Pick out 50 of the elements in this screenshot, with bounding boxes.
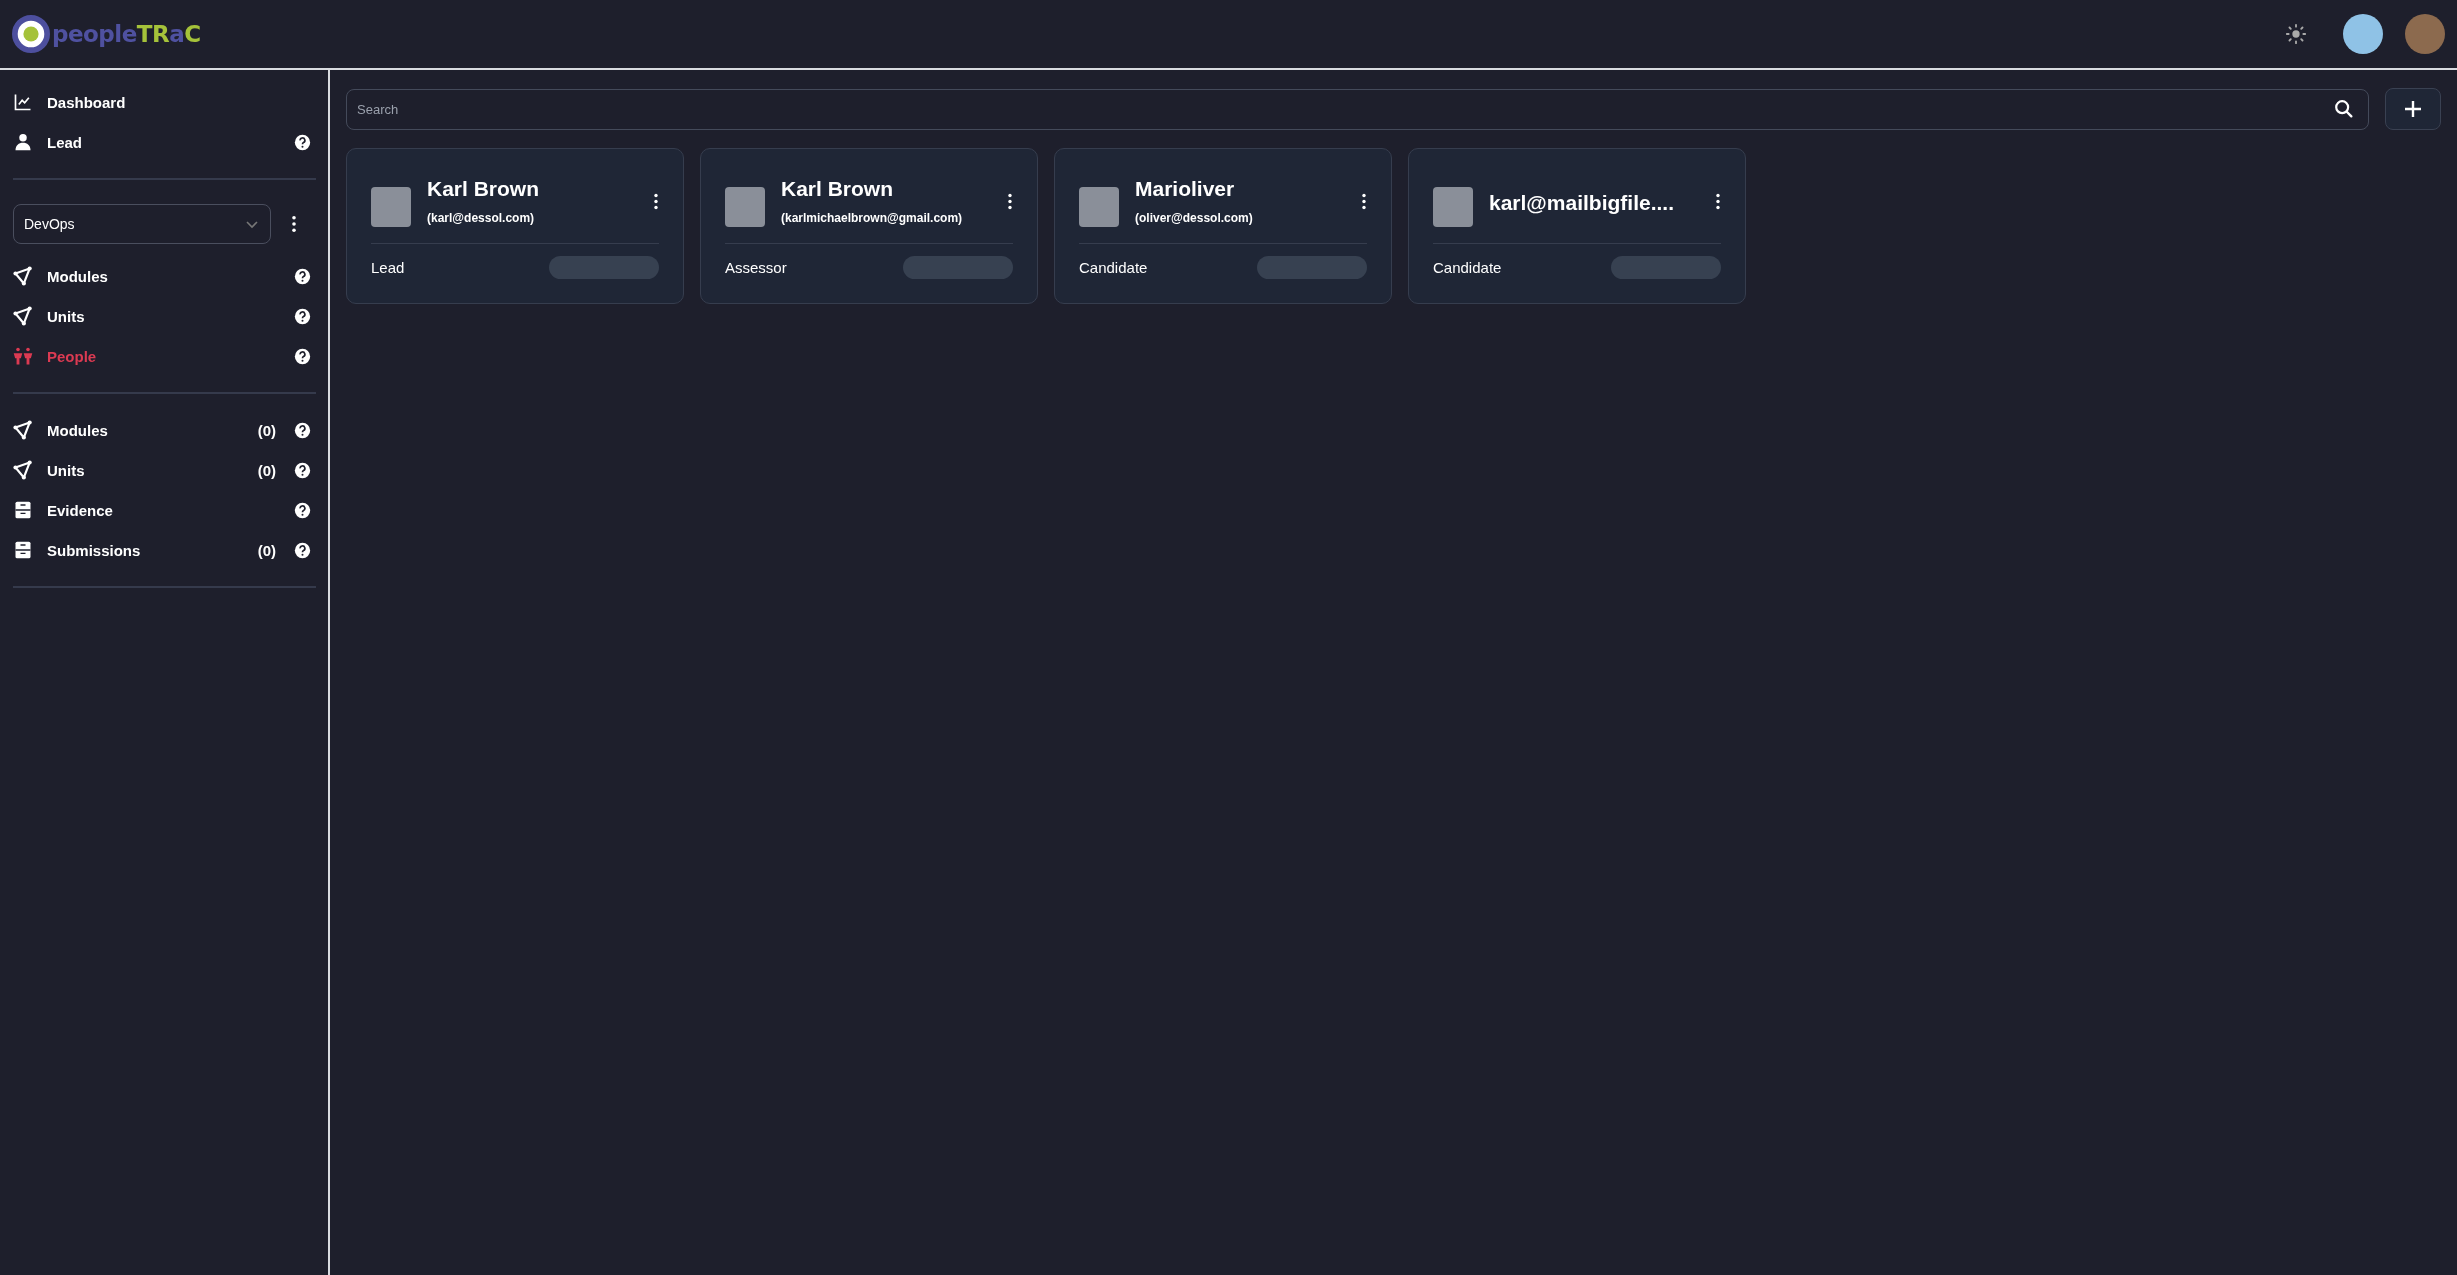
plus-icon [2403, 99, 2423, 119]
role-text: Candidate [1433, 259, 1502, 276]
user-icon [13, 132, 33, 152]
sun-icon[interactable] [2285, 23, 2307, 45]
person-name: karl@mailbigfile.... [1489, 191, 1676, 215]
logo-icon [12, 15, 50, 53]
drawer-icon [13, 500, 33, 520]
workspace-dropdown[interactable]: DevOps [13, 204, 271, 244]
nav-item[interactable]: Submissions (0) [13, 530, 316, 570]
nav-item[interactable]: Modules (0) [13, 410, 316, 450]
photo-placeholder [1079, 187, 1119, 227]
add-button[interactable] [2385, 88, 2441, 130]
avatar[interactable] [2343, 14, 2383, 54]
role-text: Lead [371, 259, 405, 276]
nodes-icon [13, 460, 33, 480]
drawer-icon [13, 540, 33, 560]
more-icon[interactable] [1007, 193, 1013, 210]
nodes-icon [13, 420, 33, 440]
search-field[interactable]: Search [346, 88, 2369, 130]
more-icon[interactable] [1361, 193, 1367, 210]
nav-item[interactable]: Modules [13, 256, 316, 296]
more-icon[interactable] [291, 215, 297, 233]
count-text: (0) [257, 541, 276, 559]
person-name: Karl Brown [427, 177, 540, 201]
more-icon[interactable] [1715, 193, 1721, 210]
more-icon[interactable] [653, 193, 659, 210]
nav-item[interactable]: Lead [13, 122, 316, 162]
person-name: Karl Brown [781, 177, 894, 201]
role-text: Assessor [725, 259, 787, 276]
person-email: (karlmichaelbrown@gmail.com) [781, 211, 964, 225]
nav-item[interactable]: Units [13, 296, 316, 336]
nodes-icon [13, 306, 33, 326]
count-text: (0) [257, 461, 276, 479]
nav-item[interactable]: Units (0) [13, 450, 316, 490]
count-text: (0) [257, 421, 276, 439]
photo-placeholder [1433, 187, 1473, 227]
logo-text: peopleTRaC [52, 21, 201, 47]
nav-item[interactable]: Evidence [13, 490, 316, 530]
role-text: Candidate [1079, 259, 1148, 276]
person-email: (oliver@dessol.com) [1135, 211, 1254, 225]
chart-icon [13, 92, 33, 112]
nav-item[interactable]: People [13, 336, 316, 376]
nodes-icon [13, 266, 33, 286]
people-icon [13, 346, 33, 366]
person-email: (karl@dessol.com) [427, 211, 536, 225]
photo-placeholder [725, 187, 765, 227]
search-icon [2333, 97, 2355, 120]
photo-placeholder [371, 187, 411, 227]
nav-item[interactable]: Dashboard [13, 82, 316, 122]
person-name: Marioliver [1135, 177, 1236, 201]
